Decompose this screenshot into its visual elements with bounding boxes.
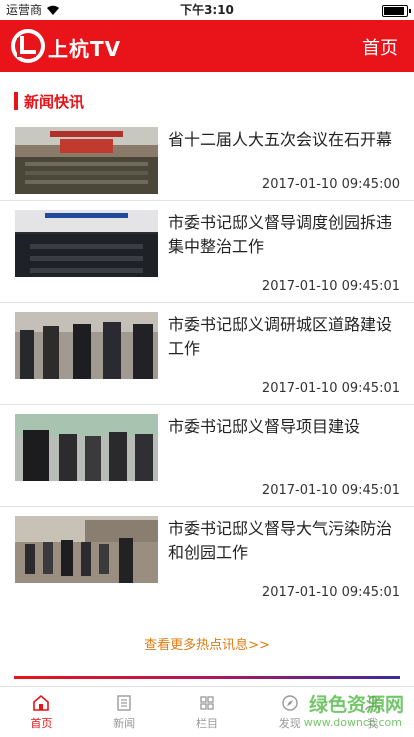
news-item[interactable]: 市委书记邸义调研城区道路建设工作 2017-01-10 09:45:01 [0,302,414,404]
news-date: 2017-01-10 09:45:01 [261,381,400,396]
status-time: 下午3:10 [180,3,234,17]
news-thumbnail [15,414,158,481]
news-thumbnail [15,516,158,583]
gradient-divider [14,676,400,679]
home-icon [33,694,50,711]
home-link[interactable]: 首页 [362,34,398,60]
tab-label: 栏目 [195,717,218,730]
tab-label: 首页 [30,717,53,730]
section-title-label: 新闻快讯 [24,92,85,111]
news-date: 2017-01-10 09:45:01 [261,279,400,294]
app-header: 上杭TV 首页 [0,20,414,72]
tab-columns[interactable]: 栏目 [166,687,249,737]
news-title: 市委书记邸义督导调度创园拆违集中整治工作 [168,213,393,256]
news-item[interactable]: 市委书记邸义督导调度创园拆违集中整治工作 2017-01-10 09:45:01 [0,200,414,302]
news-title: 市委书记邸义督导大气污染防治和创园工作 [168,519,393,562]
tab-news[interactable]: 新闻 [83,687,166,737]
news-thumbnail [15,210,158,277]
news-icon [117,695,131,711]
compass-icon [282,695,298,711]
section-accent-bar [14,92,18,110]
battery-icon [382,5,411,17]
news-thumbnail [15,312,158,379]
status-bar: 运营商 下午3:10 [0,0,414,20]
news-date: 2017-01-10 09:45:01 [261,585,400,600]
news-title: 省十二届人大五次会议在石开幕 [168,130,393,149]
tab-label: 新闻 [113,717,136,730]
news-item[interactable]: 市委书记邸义督导大气污染防治和创园工作 2017-01-10 09:45:01 [0,506,414,608]
watermark-url: www.downcc.com [303,716,402,729]
news-item[interactable]: 市委书记邸义督导项目建设 2017-01-10 09:45:01 [0,404,414,506]
news-title: 市委书记邸义调研城区道路建设工作 [168,315,393,358]
news-list: 省十二届人大五次会议在石开幕 2017-01-10 09:45:00 市委书记邸… [0,118,414,608]
tab-label: 发现 [278,717,301,730]
app-logo-icon [11,29,45,63]
news-title: 市委书记邸义督导项目建设 [168,417,361,436]
news-date: 2017-01-10 09:45:00 [261,177,400,192]
news-item[interactable]: 省十二届人大五次会议在石开幕 2017-01-10 09:45:00 [0,118,414,200]
news-date: 2017-01-10 09:45:01 [261,483,400,498]
more-news-link[interactable]: 查看更多热点讯息>> [0,634,414,653]
tab-home[interactable]: 首页 [0,687,83,737]
app-name: 上杭TV [48,37,122,61]
news-thumbnail [15,127,158,194]
section-title: 新闻快讯 [14,90,84,112]
grid-icon [200,696,214,710]
watermark-text: 绿色资源网 [308,694,404,716]
